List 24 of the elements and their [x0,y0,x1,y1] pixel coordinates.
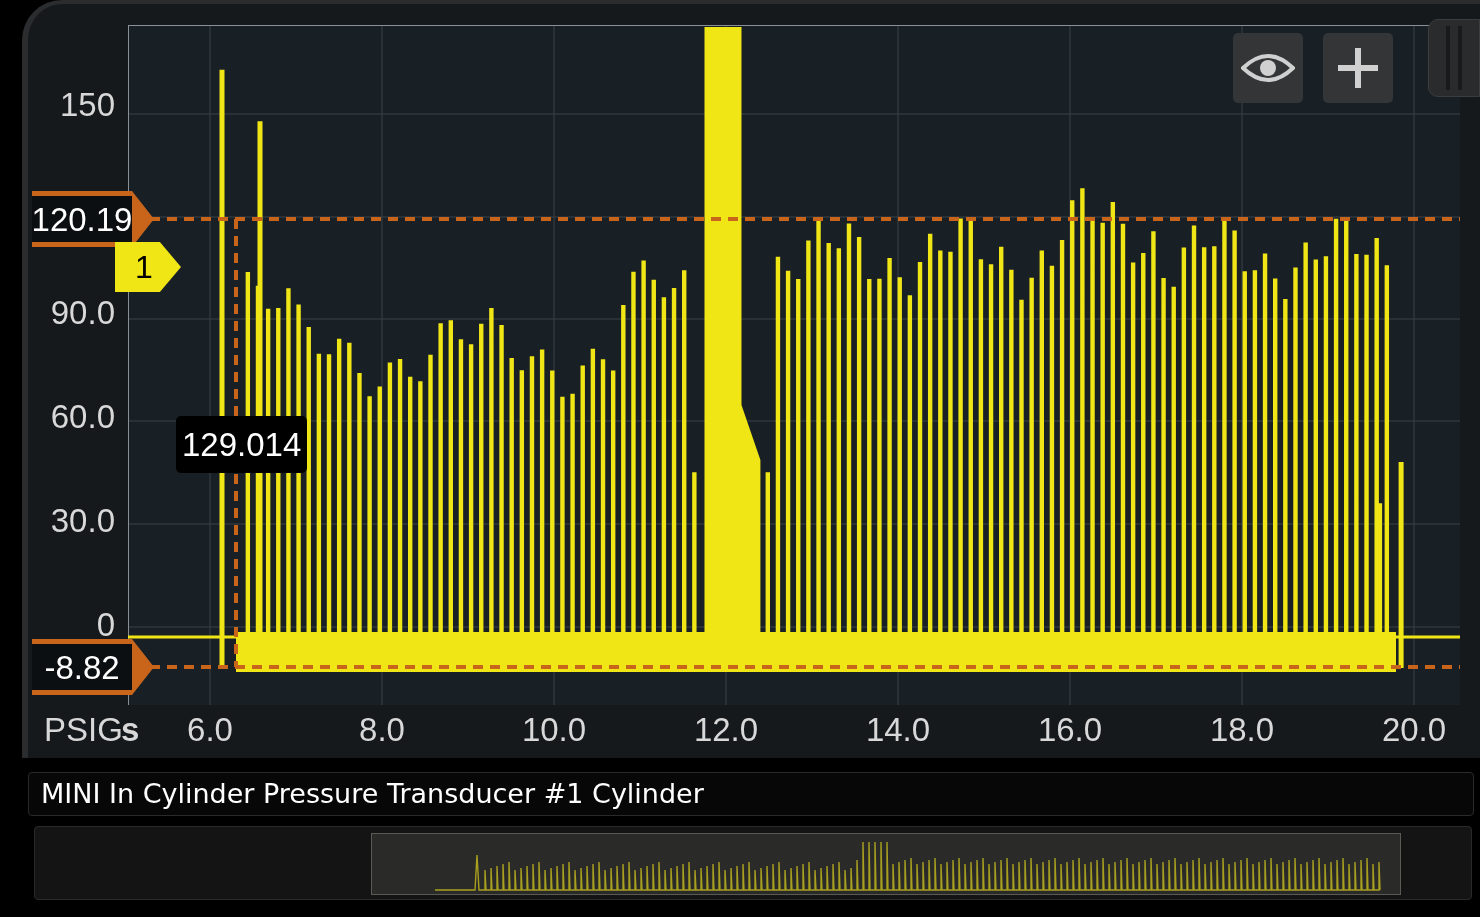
cursor-line[interactable] [150,665,1460,669]
y-axis-label: 90.0 [49,296,115,329]
view-button[interactable] [1233,33,1303,103]
y-axis-label: 30.0 [49,504,115,537]
value-readout: 129.014 [176,416,308,473]
plus-icon [1336,46,1380,90]
x-axis-label: 14.0 [864,713,932,746]
panel-handle[interactable] [1428,19,1480,97]
y-axis-label: 0 [95,608,115,641]
unit-label: PSIG [44,713,123,746]
x-axis-label: 6.0 [186,713,234,746]
y-axis-label: 150 [58,88,115,121]
x-axis-label: 16.0 [1036,713,1104,746]
x-axis-label: 12.0 [692,713,760,746]
x-axis-label: 18.0 [1208,713,1276,746]
add-button[interactable] [1323,33,1393,103]
channel-title: MINI In Cylinder Pressure Transducer #1 Cylinder [41,776,704,811]
y-axis-label: 60.0 [49,400,115,433]
x-axis-label: 8.0 [358,713,406,746]
eye-icon [1241,52,1295,84]
cursor-line[interactable] [150,217,1460,221]
x-axis-label: 20.0 [1380,713,1448,746]
unit-label: s [121,713,140,746]
x-axis-label: 10.0 [520,713,588,746]
